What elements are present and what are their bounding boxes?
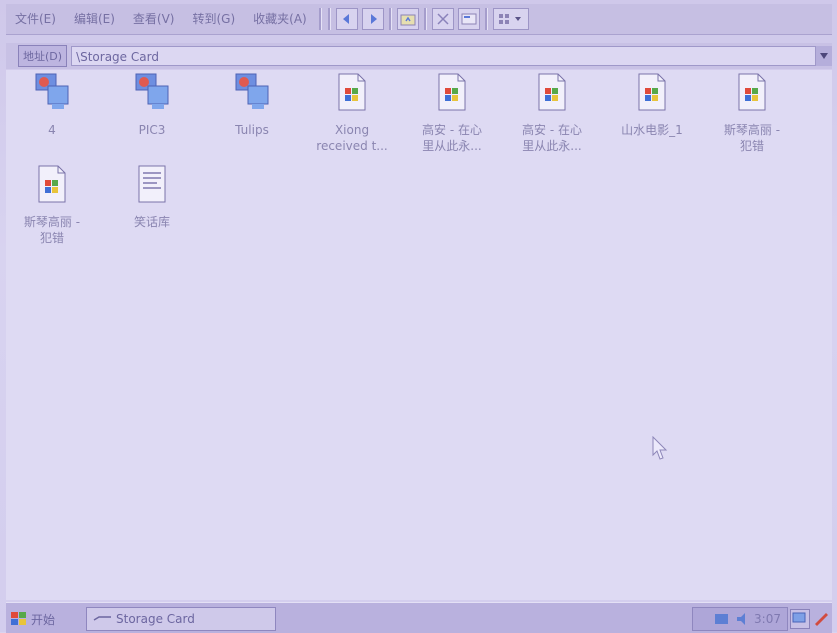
file-label: 斯琴高丽 - 犯错 — [23, 215, 81, 245]
file-item[interactable]: 高安 - 在心 里从此永... — [406, 72, 498, 154]
volume-icon[interactable] — [734, 611, 750, 627]
address-bar: 地址(D) \Storage Card — [6, 43, 832, 69]
taskbar-window-button[interactable]: Storage Card — [86, 607, 276, 631]
media-file-icon — [334, 72, 370, 112]
toolbar-separator — [327, 8, 331, 30]
forward-icon — [370, 14, 377, 24]
menu-view[interactable]: 查看(V) — [124, 4, 184, 34]
file-label: 4 — [48, 123, 56, 137]
forward-button[interactable] — [361, 8, 384, 30]
file-label: 笑话库 — [133, 215, 170, 229]
address-label: 地址(D) — [18, 45, 68, 67]
menu-edit[interactable]: 编辑(E) — [65, 4, 124, 34]
menu-bar: 文件(E) 编辑(E) 查看(V) 转到(G) 收藏夹(A) — [6, 4, 832, 35]
file-item[interactable]: 斯琴高丽 - 犯错 — [706, 72, 798, 154]
input-panel-icon[interactable] — [812, 609, 830, 627]
media-file-icon — [734, 72, 770, 112]
image-file-icon — [134, 72, 170, 112]
file-item[interactable]: Tulips — [206, 72, 298, 138]
desktop-icon — [792, 612, 806, 623]
file-item[interactable]: 斯琴高丽 - 犯错 — [6, 164, 98, 246]
views-icon — [498, 14, 521, 24]
image-file-icon — [34, 72, 70, 112]
folder-window-icon — [93, 616, 111, 621]
menu-file[interactable]: 文件(E) — [6, 4, 65, 34]
media-file-icon — [34, 164, 70, 204]
file-label: 高安 - 在心 里从此永... — [522, 123, 582, 153]
file-label: Tulips — [235, 123, 269, 137]
file-item[interactable]: 笑话库 — [106, 164, 198, 230]
image-file-icon — [234, 72, 270, 112]
address-dropdown-button[interactable] — [816, 46, 832, 66]
file-label: 斯琴高丽 - 犯错 — [723, 123, 781, 153]
up-folder-icon — [400, 14, 416, 26]
screen-frame: 文件(E) 编辑(E) 查看(V) 转到(G) 收藏夹(A) 地址(D) \St… — [0, 0, 837, 633]
chevron-down-icon — [820, 53, 828, 59]
document-file-icon — [134, 164, 170, 204]
views-button[interactable] — [492, 8, 529, 30]
properties-icon — [461, 13, 477, 25]
file-item[interactable]: 山水电影_1 — [606, 72, 698, 138]
system-tray: 3:07 — [692, 607, 788, 631]
file-item[interactable]: 高安 - 在心 里从此永... — [506, 72, 598, 154]
toolbar-separator — [423, 8, 427, 30]
start-button[interactable]: 开始 — [10, 608, 74, 630]
delete-icon — [437, 13, 449, 25]
toolbar-separator — [388, 8, 392, 30]
mouse-cursor-icon — [652, 436, 668, 460]
delete-button[interactable] — [431, 8, 454, 30]
media-file-icon — [434, 72, 470, 112]
back-button[interactable] — [335, 8, 358, 30]
clock[interactable]: 3:07 — [754, 612, 781, 626]
taskbar-window-label: Storage Card — [116, 612, 195, 626]
back-icon — [342, 14, 349, 24]
address-field[interactable]: \Storage Card — [71, 46, 816, 66]
toolbar-separator — [318, 8, 322, 30]
show-desktop-button[interactable] — [790, 609, 810, 629]
start-label: 开始 — [31, 612, 56, 627]
network-icon[interactable] — [714, 611, 730, 627]
file-list: 4 PIC3 Tulips Xiong received t... 高安 - 在心 里从… — [6, 70, 832, 600]
file-item[interactable]: PIC3 — [106, 72, 198, 138]
file-item[interactable]: 4 — [6, 72, 98, 138]
file-item[interactable]: Xiong received t... — [306, 72, 398, 154]
media-file-icon — [634, 72, 670, 112]
menu-goto[interactable]: 转到(G) — [183, 4, 244, 34]
file-label: 山水电影_1 — [621, 123, 683, 137]
media-file-icon — [534, 72, 570, 112]
up-folder-button[interactable] — [396, 8, 419, 30]
file-label: Xiong received t... — [316, 123, 388, 153]
menu-favorites[interactable]: 收藏夹(A) — [244, 4, 316, 34]
properties-button[interactable] — [457, 8, 480, 30]
taskbar: 开始 Storage Card 3:07 — [6, 602, 832, 633]
file-label: 高安 - 在心 里从此永... — [422, 123, 482, 153]
windows-logo-icon — [11, 612, 26, 625]
file-label: PIC3 — [138, 123, 166, 137]
toolbar-separator — [484, 8, 488, 30]
